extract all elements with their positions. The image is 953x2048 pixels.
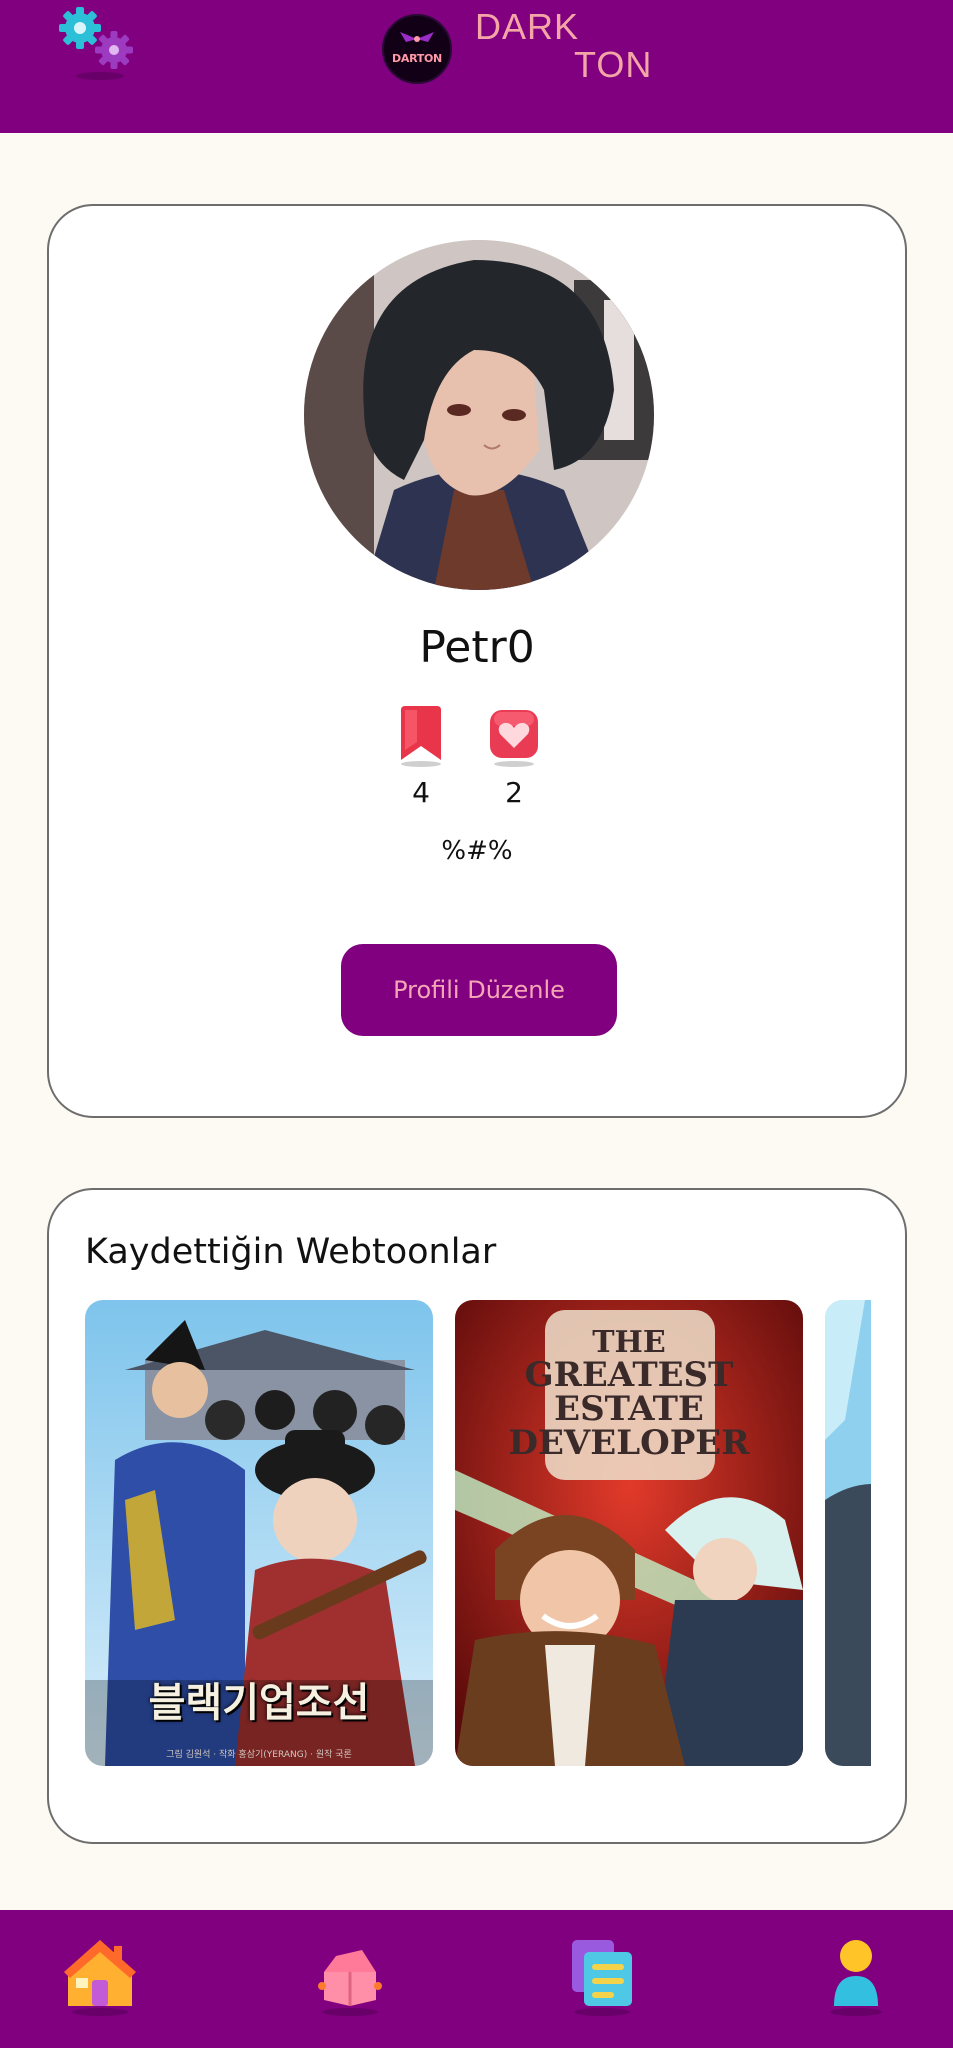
- gears-icon: [59, 7, 133, 80]
- library-icon: [318, 1950, 382, 2016]
- saved-webtoons-carousel[interactable]: 블랙기업조선 그림 김원석 · 작화 홍삼기(YERANG) · 원작 국론 T…: [85, 1300, 871, 1766]
- heart-icon: [490, 710, 538, 767]
- logo-badge-text: DARTON: [392, 51, 442, 65]
- cover-subcaption: 그림 김원석 · 작화 홍삼기(YERANG) · 원작 국론: [166, 1750, 352, 1760]
- nav-home[interactable]: [60, 1932, 140, 2018]
- username: Petr0: [419, 622, 535, 673]
- cover-caption: 블랙기업조선: [148, 1680, 370, 1726]
- cover-title-line: GREATEST: [524, 1355, 734, 1395]
- avatar[interactable]: [304, 240, 654, 590]
- bookmarks-count: 4: [412, 776, 430, 809]
- logo-badge: DARTON: [382, 14, 452, 84]
- likes-count: 2: [505, 776, 523, 809]
- likes-stat[interactable]: 2: [479, 706, 549, 809]
- cover-title: THE GREATEST ESTATE DEVELOPER: [455, 1325, 803, 1463]
- nav-list[interactable]: [562, 1932, 642, 2018]
- settings-button[interactable]: [52, 4, 148, 82]
- webtoon-cover[interactable]: [825, 1300, 871, 1766]
- avatar-image: [304, 240, 654, 590]
- cover-art: [825, 1300, 871, 1766]
- bottom-navigation: [0, 1910, 953, 2048]
- webtoon-cover[interactable]: 블랙기업조선 그림 김원석 · 작화 홍삼기(YERANG) · 원작 국론: [85, 1300, 433, 1766]
- nav-profile[interactable]: [816, 1932, 896, 2018]
- app-header: DARTON DARK TON: [0, 0, 953, 133]
- webtoon-cover[interactable]: THE GREATEST ESTATE DEVELOPER: [455, 1300, 803, 1766]
- logo-title-line1: DARK: [475, 6, 580, 47]
- home-icon: [64, 1940, 136, 2016]
- bio-text: %#%: [441, 836, 513, 866]
- list-icon: [572, 1940, 632, 2016]
- cover-title-line: DEVELOPER: [508, 1423, 750, 1463]
- bookmarks-stat[interactable]: 4: [386, 706, 456, 809]
- profile-icon: [830, 1940, 882, 2016]
- nav-library[interactable]: [310, 1932, 390, 2018]
- bookmark-icon: [401, 706, 441, 767]
- saved-webtoons-card: Kaydettiğin Webtoonlar 블랙기업조선 그림 김원석 · 작…: [47, 1188, 907, 1844]
- saved-webtoons-title: Kaydettiğin Webtoonlar: [85, 1232, 497, 1272]
- cover-title-line: THE: [592, 1325, 666, 1360]
- cover-title-line: ESTATE: [554, 1389, 704, 1429]
- edit-profile-button[interactable]: Profili Düzenle: [341, 944, 617, 1036]
- profile-card: Petr0 4 2 %#% Profili Düzenle: [47, 204, 907, 1118]
- wing-emblem-icon: [400, 32, 434, 42]
- logo-title-line2: TON: [574, 44, 653, 85]
